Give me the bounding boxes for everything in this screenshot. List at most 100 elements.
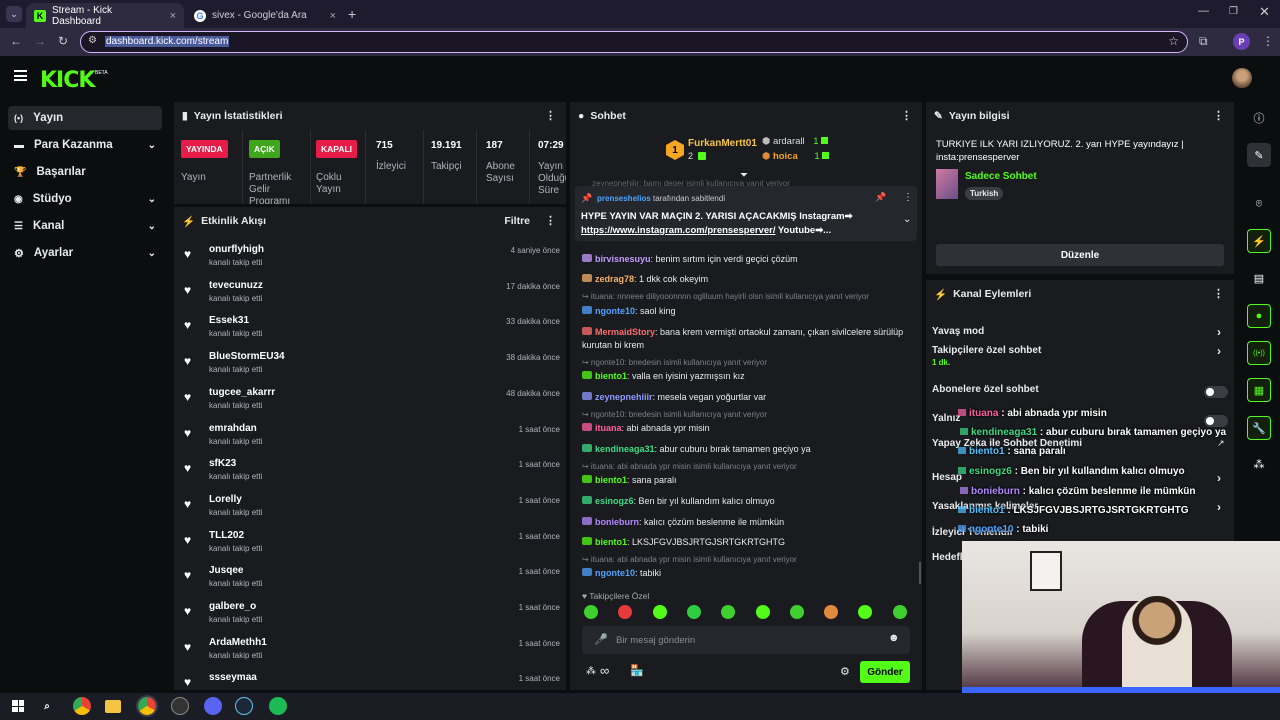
- chat-username[interactable]: MermaidStory: [595, 327, 655, 337]
- chat-username[interactable]: bonieburn: [595, 517, 639, 527]
- extensions-icon[interactable]: ⧉: [1199, 34, 1208, 49]
- sidebar-item-ayarlar[interactable]: ⚙ Ayarlar ⌄: [8, 241, 162, 265]
- new-tab-icon[interactable]: +: [348, 6, 356, 22]
- reload-icon[interactable]: ↻: [58, 34, 68, 48]
- emote-icon[interactable]: [892, 605, 907, 619]
- chat-message[interactable]: esinogz6: Ben bir yıl kullandım kalıcı o…: [582, 495, 912, 508]
- close-tab-icon[interactable]: ×: [170, 10, 176, 22]
- chat-message[interactable]: ngonte10: saol king: [582, 305, 912, 318]
- toggle-switch[interactable]: [1204, 415, 1228, 427]
- more-options-icon[interactable]: ⋮: [545, 214, 556, 227]
- activity-username[interactable]: Jusqee: [209, 565, 243, 576]
- chat-username[interactable]: zeynepnehiiir: [595, 392, 653, 402]
- channel-action-item[interactable]: Yavaş mod: [932, 326, 1228, 337]
- address-bar[interactable]: ⚙ dashboard.kick.com/stream ☆: [80, 31, 1188, 53]
- infinity-icon[interactable]: ∞: [600, 663, 609, 678]
- chat-message[interactable]: birvisnesuyu: benim sırtım için verdi ge…: [582, 253, 912, 266]
- tab-search-button[interactable]: ⌄: [6, 6, 22, 22]
- chrome-icon[interactable]: [73, 697, 91, 715]
- bookmark-star-icon[interactable]: ☆: [1168, 34, 1179, 48]
- chat-username[interactable]: esinogz6: [595, 496, 634, 506]
- tab-kick-dashboard[interactable]: K Stream - Kick Dashboard ×: [26, 3, 184, 28]
- activity-item[interactable]: ♥ Lorelly kanalı takip etti 1 saat önce: [184, 493, 560, 529]
- activity-username[interactable]: tevecunuzz: [209, 280, 263, 291]
- activity-item[interactable]: ♥ TLL202 kanalı takip etti 1 saat önce: [184, 529, 560, 565]
- emote-icon[interactable]: [584, 605, 598, 619]
- site-info-icon[interactable]: ⚙: [88, 35, 97, 46]
- more-options-icon[interactable]: ⋮: [903, 192, 913, 203]
- activity-username[interactable]: emrahdan: [209, 423, 257, 434]
- more-options-icon[interactable]: ⋮: [545, 109, 556, 122]
- more-options-icon[interactable]: ⋮: [1213, 287, 1224, 300]
- chevron-right-icon[interactable]: ›: [1217, 344, 1221, 358]
- chat-input[interactable]: 🎤 Bir mesaj gönderin ☻: [582, 626, 910, 654]
- profile-avatar[interactable]: P: [1233, 33, 1250, 50]
- kick-logo[interactable]: KICK: [40, 68, 95, 93]
- toggle-switch[interactable]: [1204, 386, 1228, 398]
- obs-icon[interactable]: [171, 697, 189, 715]
- send-button[interactable]: Gönder: [860, 661, 910, 683]
- chat-username[interactable]: ngonte10: [595, 568, 635, 578]
- edit-icon[interactable]: ✎: [1247, 143, 1271, 167]
- activity-item[interactable]: ♥ tevecunuzz kanalı takip etti 17 dakika ön…: [184, 279, 560, 315]
- kick-points-icon[interactable]: ⁂: [586, 666, 596, 677]
- edit-button[interactable]: Düzenle: [936, 244, 1224, 266]
- activity-item[interactable]: ♥ tugcee_akarrr kanalı takip etti 48 dakika…: [184, 386, 560, 422]
- back-icon[interactable]: ←: [10, 34, 22, 48]
- hamburger-menu-icon[interactable]: [14, 70, 27, 81]
- activity-username[interactable]: TLL202: [209, 530, 244, 541]
- info-icon[interactable]: ⓘ: [1247, 106, 1271, 130]
- browser-menu-icon[interactable]: ⋮: [1262, 34, 1274, 48]
- chat-message[interactable]: biento1: sana paralı: [582, 474, 912, 487]
- chat-message[interactable]: bonieburn: kalıcı çözüm beslenme ile müm…: [582, 516, 912, 529]
- chat-username[interactable]: biento1: [595, 475, 627, 485]
- chevron-right-icon[interactable]: ›: [1217, 325, 1221, 339]
- filter-button[interactable]: Filtre: [504, 215, 530, 227]
- activity-item[interactable]: ♥ emrahdan kanalı takip etti 1 saat önce: [184, 422, 560, 458]
- unpin-icon[interactable]: 📌: [875, 192, 886, 203]
- chat-username[interactable]: biento1: [595, 371, 627, 381]
- search-icon[interactable]: ⌕: [38, 697, 56, 715]
- chat-username[interactable]: kendineaga31: [595, 444, 655, 454]
- sidebar-item-yayin[interactable]: (•) Yayın: [8, 106, 162, 130]
- activity-item[interactable]: ♥ ArdaMethh1 kanalı takip etti 1 saat önce: [184, 636, 560, 672]
- activity-username[interactable]: Lorelly: [209, 494, 242, 505]
- chat-message[interactable]: kendineaga31: abur cuburu bırak tamamen …: [582, 443, 912, 456]
- chat-message[interactable]: ngonte10: tabiki: [582, 567, 912, 580]
- activity-username[interactable]: galbere_o: [209, 601, 256, 612]
- microphone-icon[interactable]: 🎤: [594, 633, 608, 646]
- activity-item[interactable]: ♥ BlueStormEU34 kanalı takip etti 38 dakika…: [184, 350, 560, 386]
- activity-username[interactable]: BlueStormEU34: [209, 351, 285, 362]
- activity-username[interactable]: tugcee_akarrr: [209, 387, 275, 398]
- activity-username[interactable]: Essek31: [209, 315, 249, 326]
- channel-action-item[interactable]: Takipçilere özel sohbet: [932, 345, 1228, 356]
- spotify-icon[interactable]: [269, 697, 287, 715]
- emote-icon[interactable]: [618, 605, 633, 619]
- chat-username[interactable]: zedrag78: [595, 274, 634, 284]
- chat-settings-icon[interactable]: ⚙: [840, 665, 850, 678]
- sidebar-item-kanal[interactable]: ☰ Kanal ⌄: [8, 214, 162, 238]
- chat-scrollbar[interactable]: [919, 562, 921, 584]
- chevron-down-icon[interactable]: ⌄: [903, 214, 911, 225]
- chat-message[interactable]: zeynepnehiiir: mesela vegan yoğurtlar va…: [582, 391, 912, 404]
- chat-username[interactable]: ngonte10: [595, 306, 635, 316]
- windows-start-icon[interactable]: [12, 700, 24, 712]
- chat-icon[interactable]: ●: [1247, 304, 1271, 328]
- close-tab-icon[interactable]: ×: [330, 10, 336, 22]
- leaderboard-second[interactable]: ⬢ ardarall 1: [762, 136, 829, 147]
- emote-icon[interactable]: [755, 605, 770, 619]
- chat-message[interactable]: biento1: LKSJFGVJBSJRTGJSRTGKRTGHTG: [582, 536, 912, 549]
- steam-icon[interactable]: [235, 697, 253, 715]
- sidebar-item-para-kazanma[interactable]: ▬ Para Kazanma ⌄: [8, 133, 162, 157]
- bolt-icon[interactable]: ⚡: [1247, 229, 1271, 253]
- chat-username[interactable]: birvisnesuyu: [595, 254, 651, 264]
- activity-username[interactable]: ssseymaa: [209, 672, 257, 683]
- activity-item[interactable]: ♥ Essek31 kanalı takip etti 33 dakika önce: [184, 314, 560, 350]
- file-explorer-icon[interactable]: [105, 700, 121, 713]
- emoji-icon[interactable]: ☻: [888, 632, 900, 644]
- chat-username[interactable]: ituana: [595, 423, 622, 433]
- chevron-right-icon[interactable]: ›: [1217, 471, 1221, 485]
- activity-item[interactable]: ♥ onurflyhigh kanalı takip etti 4 saniye ön…: [184, 243, 560, 279]
- activity-item[interactable]: ♥ sfK23 kanalı takip etti 1 saat önce: [184, 457, 560, 493]
- sidebar-item-basarilar[interactable]: 🏆 Başarılar: [8, 160, 162, 184]
